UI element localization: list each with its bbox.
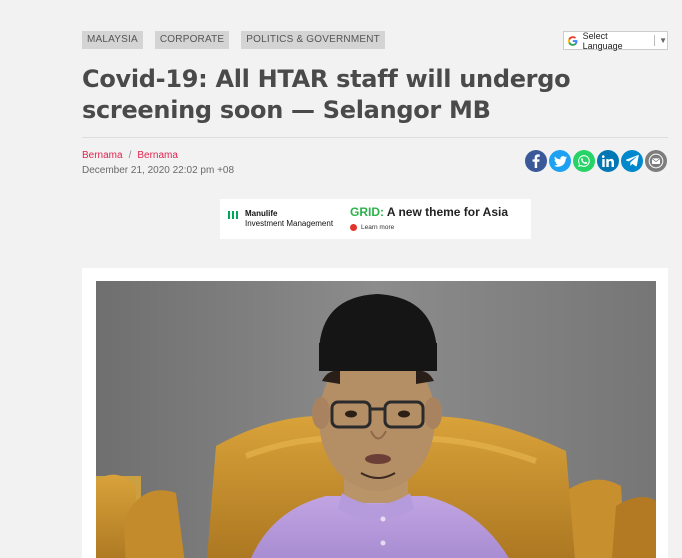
telegram-share-button[interactable] [621,150,643,172]
ad-headline-accent: GRID: [350,205,384,219]
share-buttons [525,150,667,172]
linkedin-share-button[interactable] [597,150,619,172]
publish-date: December 21, 2020 22:02 pm +08 [82,165,235,176]
facebook-share-button[interactable] [525,150,547,172]
email-share-button[interactable] [645,150,667,172]
author-separator: / [128,150,132,161]
manulife-bars-icon [228,211,238,219]
facebook-icon [532,154,540,168]
telegram-icon [625,155,639,167]
ad-headline-text: A new theme for Asia [384,205,509,219]
category-tag-politics-government[interactable]: POLITICS & GOVERNMENT [241,31,385,49]
ad-headline: GRID: A new theme for Asia [350,205,508,219]
category-tags: MALAYSIA CORPORATE POLITICS & GOVERNMENT [82,31,385,49]
advertisement-banner[interactable]: Manulife Investment Management GRID: A n… [220,199,531,239]
ad-learn-more[interactable]: Learn more [350,224,394,231]
article-title: Covid-19: All HTAR staff will undergo sc… [82,65,571,124]
category-tag-corporate[interactable]: CORPORATE [154,31,230,49]
ad-brand-name: Manulife [245,209,278,218]
category-tag-malaysia[interactable]: MALAYSIA [82,31,143,49]
linkedin-icon [602,155,614,167]
ad-brand-subtitle: Investment Management [245,219,334,228]
article-photo [96,281,656,558]
whatsapp-icon [578,155,590,167]
google-icon [567,35,578,46]
language-select[interactable]: Select Language ▼ [563,30,668,51]
ad-cta-label: Learn more [361,224,395,231]
manulife-logo: Manulife Investment Management [228,209,333,229]
author-link[interactable]: Bernama [137,150,178,161]
twitter-icon [553,155,567,167]
whatsapp-share-button[interactable] [573,150,595,172]
byline: Bernama / Bernama [82,150,178,161]
language-select-label: Select Language [582,30,623,51]
twitter-share-button[interactable] [549,150,571,172]
arrow-dot-icon [350,224,357,231]
email-icon [648,153,664,169]
divider [82,137,668,138]
dropdown-arrow-icon: ▼ [659,36,667,45]
author-link[interactable]: Bernama [82,150,123,161]
divider [654,35,656,46]
portrait-photo [96,281,656,558]
article-image-card [82,268,668,558]
